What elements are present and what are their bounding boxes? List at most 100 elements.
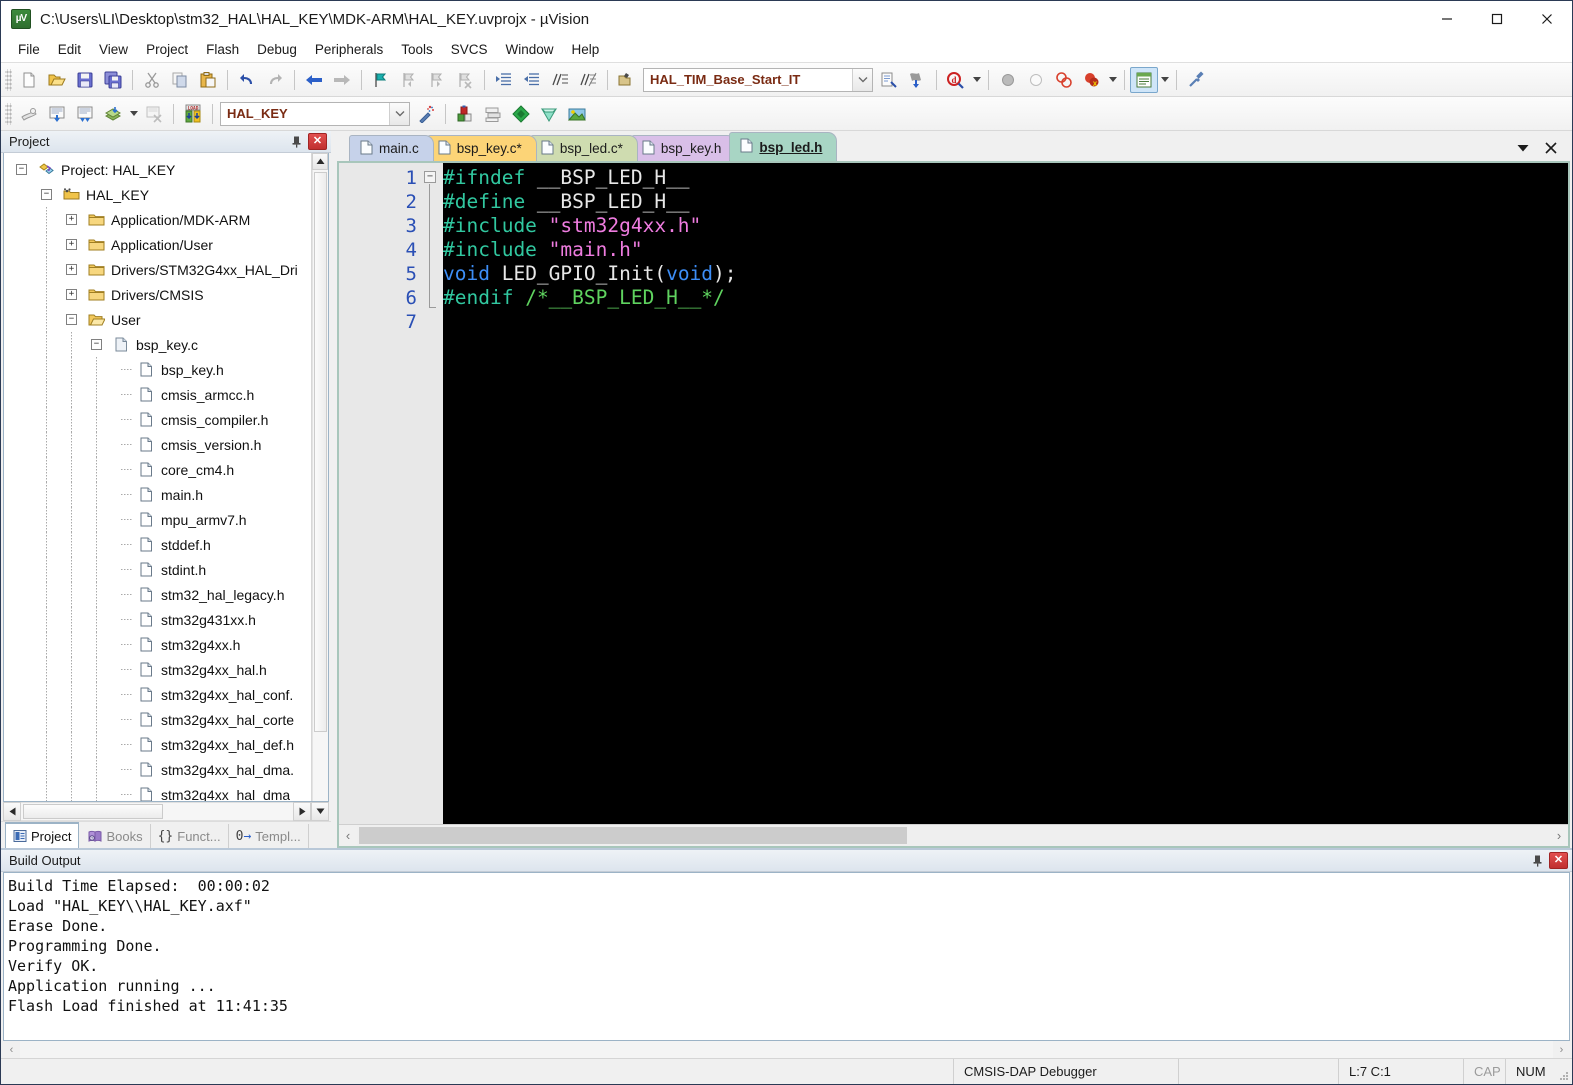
editor-tab[interactable]: bsp_led.c* (529, 135, 638, 161)
code-line[interactable] (443, 310, 1568, 334)
find-icon[interactable]: d (942, 67, 970, 93)
menu-file[interactable]: File (9, 39, 49, 60)
configure-icon[interactable] (1182, 67, 1210, 93)
paste-icon[interactable] (194, 67, 222, 93)
undo-icon[interactable] (233, 67, 261, 93)
pack-installer-icon[interactable] (507, 101, 535, 127)
tree-item[interactable]: − Project: HAL_KEY (10, 157, 311, 182)
tree-item[interactable]: stm32g4xx_hal.h (10, 657, 311, 682)
find-dropdown-icon[interactable] (970, 67, 983, 93)
save-all-icon[interactable] (99, 67, 127, 93)
indent-decrease-icon[interactable] (518, 67, 546, 93)
breakpoint-disable-icon[interactable] (1022, 67, 1050, 93)
scroll-track[interactable] (21, 802, 293, 821)
tree-expand-icon[interactable]: + (60, 207, 85, 232)
tree-item[interactable]: cmsis_version.h (10, 432, 311, 457)
function-browse-icon[interactable] (613, 67, 641, 93)
target-options-wizard-icon[interactable] (412, 101, 440, 127)
navigate-forward-icon[interactable] (328, 67, 356, 93)
scroll-left-icon[interactable] (3, 802, 21, 821)
scroll-right-icon[interactable] (293, 802, 311, 821)
tree-item[interactable]: + Application/MDK-ARM (10, 207, 311, 232)
scroll-left-icon[interactable]: ‹ (339, 825, 357, 846)
tree-item[interactable]: + Drivers/CMSIS (10, 282, 311, 307)
run-time-environment-icon[interactable] (535, 101, 563, 127)
toolbar-grip[interactable] (5, 68, 12, 91)
navigate-back-icon[interactable] (300, 67, 328, 93)
tree-item[interactable]: mpu_armv7.h (10, 507, 311, 532)
find-in-files-icon[interactable] (903, 67, 931, 93)
tab-templates[interactable]: 0→ Templ... (229, 824, 309, 848)
uncomment-lines-icon[interactable] (574, 67, 602, 93)
tree-item[interactable]: stm32g4xx_hal_dma. (10, 757, 311, 782)
code-line[interactable]: #endif /*__BSP_LED_H__*/ (443, 286, 1568, 310)
source-code-text[interactable]: #ifndef __BSP_LED_H__ #define __BSP_LED_H… (443, 163, 1568, 824)
scroll-right-icon[interactable]: › (1550, 825, 1568, 846)
tree-collapse-icon[interactable]: − (35, 182, 60, 207)
tree-item[interactable]: stm32g4xx_hal_corte (10, 707, 311, 732)
code-editor-body[interactable]: 1234567 − #ifndef __BSP_LED_H__ #define _… (339, 163, 1568, 824)
code-folding-column[interactable]: − (421, 163, 443, 824)
code-line[interactable]: void LED_GPIO_Init(void); (443, 262, 1568, 286)
tree-collapse-icon[interactable]: − (60, 307, 85, 332)
tree-item[interactable]: stdint.h (10, 557, 311, 582)
editor-tab[interactable]: bsp_led.h (729, 132, 838, 161)
manage-run-time-icon[interactable] (563, 101, 591, 127)
tree-item[interactable]: stm32g4xx_hal_conf. (10, 682, 311, 707)
tree-item[interactable]: − HAL_KEY (10, 182, 311, 207)
chevron-down-icon[interactable] (389, 102, 409, 125)
tree-expand-icon[interactable]: + (60, 282, 85, 307)
scroll-right-icon[interactable]: › (1553, 1041, 1570, 1058)
code-line[interactable]: #ifndef __BSP_LED_H__ (443, 166, 1568, 190)
menu-help[interactable]: Help (563, 39, 609, 60)
chevron-down-icon[interactable] (852, 68, 872, 91)
code-line[interactable]: #include "stm32g4xx.h" (443, 214, 1568, 238)
editor-tab[interactable]: bsp_key.h (630, 135, 737, 161)
tree-expand-icon[interactable]: + (60, 257, 85, 282)
tree-item[interactable]: cmsis_compiler.h (10, 407, 311, 432)
insert-breakpoint-icon[interactable] (994, 67, 1022, 93)
bookmark-toggle-icon[interactable] (367, 67, 395, 93)
minimize-button[interactable] (1422, 1, 1472, 37)
build-output-horizontal-scrollbar[interactable]: ‹ › (3, 1041, 1570, 1058)
tab-books[interactable]: ? Books (81, 824, 151, 848)
menu-flash[interactable]: Flash (197, 39, 248, 60)
close-icon[interactable]: ✕ (1549, 852, 1568, 869)
batch-build-dropdown-icon[interactable] (127, 101, 140, 127)
tree-collapse-icon[interactable]: − (85, 332, 110, 357)
tree-item[interactable]: stm32g4xx_hal_dma (10, 782, 311, 801)
rebuild-all-icon[interactable] (71, 101, 99, 127)
scroll-track[interactable] (20, 1041, 1553, 1058)
tree-item[interactable]: − bsp_key.c (10, 332, 311, 357)
tree-item[interactable]: + Drivers/STM32G4xx_HAL_Dri (10, 257, 311, 282)
menu-peripherals[interactable]: Peripherals (306, 39, 392, 60)
toolbar-grip[interactable] (5, 102, 12, 125)
tree-item[interactable]: main.h (10, 482, 311, 507)
tree-item[interactable]: cmsis_armcc.h (10, 382, 311, 407)
editor-horizontal-scrollbar[interactable]: ‹ › (339, 824, 1568, 846)
stop-build-icon[interactable] (140, 101, 168, 127)
code-line[interactable]: #define __BSP_LED_H__ (443, 190, 1568, 214)
cut-icon[interactable] (138, 67, 166, 93)
tree-item[interactable]: + Application/User (10, 232, 311, 257)
scroll-thumb[interactable] (23, 804, 163, 819)
copy-icon[interactable] (166, 67, 194, 93)
tab-functions[interactable]: {} Funct... (151, 824, 229, 848)
manage-project-items-icon[interactable] (451, 101, 479, 127)
indent-increase-icon[interactable] (490, 67, 518, 93)
breakpoint-clear-icon[interactable]: x (1078, 67, 1106, 93)
comment-lines-icon[interactable] (546, 67, 574, 93)
menu-debug[interactable]: Debug (248, 39, 306, 60)
breakpoint-dropdown-icon[interactable] (1106, 67, 1119, 93)
maximize-button[interactable] (1472, 1, 1522, 37)
breakpoint-toggle-icon[interactable] (1050, 67, 1078, 93)
build-target-icon[interactable] (43, 101, 71, 127)
chevron-down-icon[interactable] (1514, 139, 1532, 157)
menu-window[interactable]: Window (496, 39, 562, 60)
menu-svcs[interactable]: SVCS (442, 39, 497, 60)
save-icon[interactable] (71, 67, 99, 93)
fold-toggle-icon[interactable]: − (424, 171, 436, 183)
scroll-thumb[interactable] (359, 827, 907, 844)
menu-view[interactable]: View (90, 39, 137, 60)
redo-icon[interactable] (261, 67, 289, 93)
